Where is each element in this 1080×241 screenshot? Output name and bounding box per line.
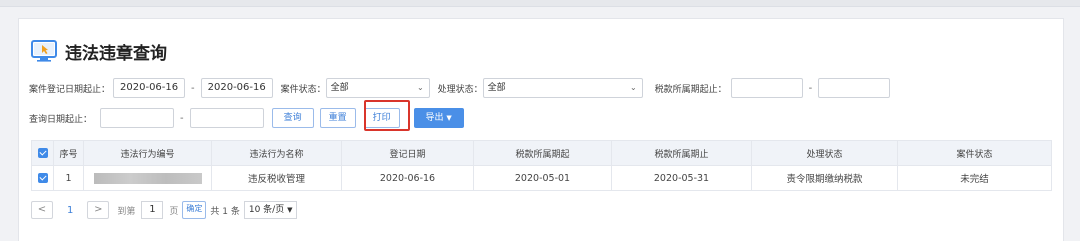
goto-confirm-button[interactable]: 确定 — [182, 201, 207, 219]
row-violation-no-redacted — [83, 165, 212, 191]
print-highlight-box — [364, 100, 410, 131]
row-period-start: 2020-05-01 — [473, 165, 612, 191]
filter-row-1: 案件登记日期起止： 2020-06-16 - 2020-06-16 案件状态： … — [29, 78, 891, 98]
export-button[interactable]: 导出 ▼ — [413, 108, 464, 128]
pagination: < 1 > 到第 1 页 确定 共 1 条 10 条/页 ▼ — [31, 201, 298, 219]
row-checkbox[interactable] — [31, 165, 54, 191]
page-unit-label: 页 — [169, 206, 179, 217]
query-panel: 违法违章查询 案件登记日期起止： 2020-06-16 - 2020-06-16… — [18, 18, 1064, 241]
monitor-cursor-icon — [31, 40, 57, 62]
case-status-value: 全部 — [330, 83, 349, 93]
current-page[interactable]: 1 — [67, 205, 73, 216]
process-status-select[interactable]: 全部 ⌄ — [482, 78, 643, 98]
goto-label: 到第 — [117, 206, 136, 217]
tax-period-from-input[interactable] — [730, 78, 803, 98]
table-row[interactable]: 1 违反税收管理 2020-06-16 2020-05-01 2020-05-3… — [31, 165, 1052, 191]
process-status-value: 全部 — [487, 83, 506, 93]
chevron-down-icon: ⌄ — [416, 83, 424, 92]
reg-date-label: 案件登记日期起止： — [29, 84, 111, 95]
row-reg-date: 2020-06-16 — [341, 165, 474, 191]
chevron-down-icon: ▼ — [446, 114, 452, 122]
col-violation-no: 违法行为编号 — [83, 140, 212, 166]
reg-date-from-input[interactable]: 2020-06-16 — [113, 78, 186, 98]
row-case-status: 未完结 — [897, 165, 1052, 191]
results-table: 序号 违法行为编号 违法行为名称 登记日期 税款所属期起 税款所属期止 处理状态… — [31, 140, 1052, 191]
query-date-from-input[interactable] — [100, 108, 175, 128]
col-reg-date: 登记日期 — [341, 140, 474, 166]
col-violation-name: 违法行为名称 — [211, 140, 342, 166]
page-title: 违法违章查询 — [65, 43, 167, 64]
tax-period-label: 税款所属期起止： — [654, 84, 727, 95]
reset-button[interactable]: 重置 — [319, 108, 356, 128]
row-process-status: 责令限期缴纳税款 — [751, 165, 898, 191]
export-label: 导出 — [425, 113, 444, 123]
tax-period-to-input[interactable] — [818, 78, 891, 98]
chevron-down-icon: ⌄ — [629, 83, 637, 92]
query-date-label: 查询日期起止： — [29, 114, 93, 125]
title-row: 违法违章查询 — [31, 39, 167, 64]
process-status-label: 处理状态： — [437, 84, 483, 95]
select-all-checkbox[interactable] — [31, 140, 54, 166]
tax-period-separator: - — [808, 82, 813, 94]
query-date-separator: - — [180, 112, 184, 124]
query-date-to-input[interactable] — [189, 108, 264, 128]
caret-down-icon: ▼ — [287, 206, 293, 214]
col-period-end: 税款所属期止 — [611, 140, 752, 166]
reg-date-separator: - — [191, 82, 195, 94]
col-index: 序号 — [53, 140, 84, 166]
page-size-value: 10 条/页 — [248, 205, 285, 215]
col-period-start: 税款所属期起 — [473, 140, 612, 166]
goto-page-input[interactable]: 1 — [141, 201, 164, 219]
row-violation-name: 违反税收管理 — [211, 165, 342, 191]
case-status-label: 案件状态： — [280, 84, 326, 95]
next-page-button[interactable]: > — [87, 201, 110, 219]
case-status-select[interactable]: 全部 ⌄ — [325, 78, 430, 98]
col-case-status: 案件状态 — [897, 140, 1052, 166]
top-bar — [0, 0, 1080, 7]
page-size-select[interactable]: 10 条/页 ▼ — [243, 201, 298, 219]
total-count: 共 1 条 — [210, 206, 240, 217]
row-period-end: 2020-05-31 — [611, 165, 752, 191]
table-header-row: 序号 违法行为编号 违法行为名称 登记日期 税款所属期起 税款所属期止 处理状态… — [31, 140, 1052, 166]
col-process-status: 处理状态 — [751, 140, 898, 166]
prev-page-button[interactable]: < — [31, 201, 53, 219]
reg-date-to-input[interactable]: 2020-06-16 — [200, 78, 273, 98]
row-index: 1 — [53, 165, 84, 191]
query-button[interactable]: 查询 — [271, 108, 314, 128]
